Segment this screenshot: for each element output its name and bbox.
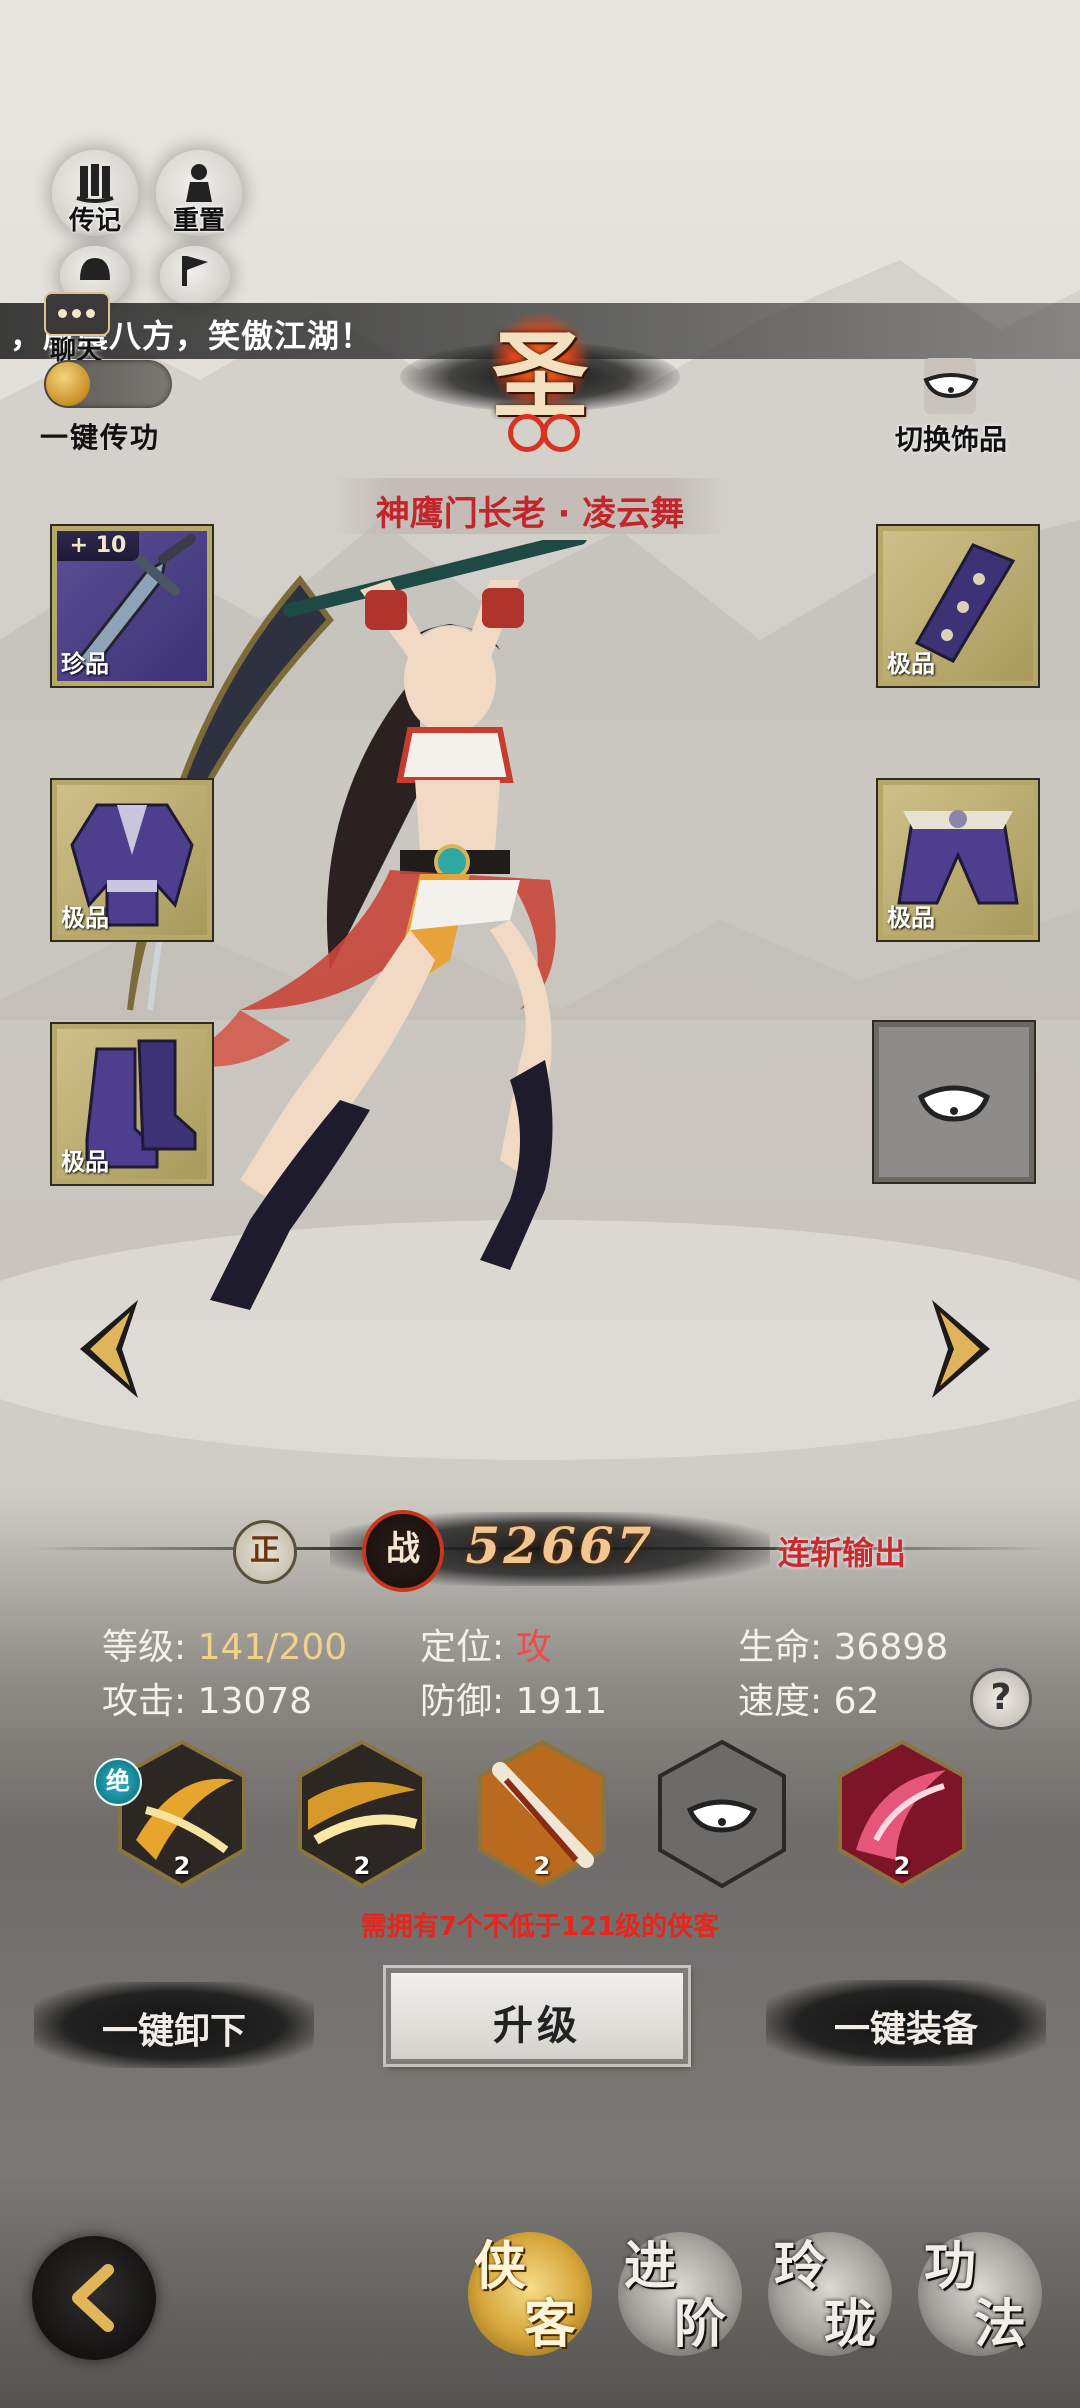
unequip-all-button[interactable]: 一键卸下 (34, 1982, 314, 2068)
skill-level: 2 (893, 1852, 911, 1880)
reset-button[interactable]: 重置 (156, 150, 242, 236)
auto-transfer-label: 一键传功 (40, 421, 161, 454)
skill-row: 2 2 2 2 (100, 1740, 1020, 1889)
equip-all-button[interactable]: 一键装备 (766, 1980, 1046, 2066)
help-button[interactable]: ? (970, 1668, 1032, 1730)
extra-button-2[interactable] (160, 246, 230, 306)
unequip-all-label: 一键卸下 (101, 2011, 246, 2052)
equip-slot-boots[interactable]: 极品 (52, 1024, 212, 1184)
switch-accessory-button[interactable]: 切换饰品 (886, 352, 1016, 462)
weapon-quality: 珍品 (61, 650, 109, 678)
chevron-left-icon (72, 2264, 114, 2332)
flag-icon (182, 256, 208, 286)
equip-all-label: 一键装备 (833, 2009, 978, 2050)
speed-value: 62 (833, 1681, 880, 1722)
nav-tab-hero[interactable]: 侠 客 (468, 2232, 592, 2356)
equip-slot-weapon[interactable]: + 10 珍品 (52, 526, 212, 686)
hero-name: 神鹰门长老 · 凌云舞 (375, 494, 685, 534)
rank-emblem: 圣 (400, 292, 680, 462)
skill-slot-2[interactable]: 2 (296, 1740, 428, 1890)
previous-hero-arrow[interactable] (60, 1294, 160, 1404)
upgrade-requirement: 需拥有7个不低于121级的侠客 (360, 1912, 720, 1942)
bracer-quality: 极品 (887, 650, 935, 678)
attack-value: 13078 (197, 1681, 313, 1722)
helmet-icon (80, 258, 110, 280)
hero-name-banner: 神鹰门长老 · 凌云舞 (330, 478, 730, 534)
skill-slot-3[interactable]: 2 (476, 1740, 608, 1890)
equip-slot-armor[interactable]: 极品 (52, 780, 212, 940)
back-button[interactable] (32, 2236, 156, 2360)
skill-slot-1[interactable]: 2 (116, 1740, 248, 1890)
skill-level: 2 (353, 1852, 371, 1880)
stat-defense: 防御: 1911 (420, 1681, 608, 1722)
switch-accessory-label: 切换饰品 (894, 423, 1007, 456)
equip-slot-bracer[interactable]: 极品 (878, 526, 1038, 686)
position-value: 攻 (515, 1627, 552, 1668)
skill-level: 2 (533, 1852, 551, 1880)
armor-quality: 极品 (61, 904, 109, 932)
reset-label: 重置 (172, 206, 225, 236)
upgrade-label: 升级 (493, 2003, 581, 2049)
ultimate-badge: 绝 (94, 1758, 142, 1806)
battle-power-icon: 战 (362, 1510, 444, 1592)
chat-button[interactable]: 聊天 (40, 292, 112, 366)
upgrade-button[interactable]: 升级 (386, 1968, 688, 2064)
nav-tab-kungfu[interactable]: 功 法 (918, 2232, 1042, 2356)
defense-value: 1911 (515, 1681, 608, 1722)
belt-quality: 极品 (887, 904, 935, 932)
biography-button[interactable]: 传记 (52, 150, 138, 236)
equip-slot-accessory[interactable] (874, 1022, 1034, 1182)
nav-tab-linglong[interactable]: 玲 珑 (768, 2232, 892, 2356)
stance-badge: 正 (233, 1520, 297, 1584)
stat-position: 定位: 攻 (420, 1627, 552, 1668)
boots-quality: 极品 (61, 1148, 109, 1176)
equip-slot-belt[interactable]: 极品 (878, 780, 1038, 940)
mask-accessory-icon (917, 1085, 991, 1122)
rank-char: 圣 (492, 319, 588, 432)
locked-mask-skill-icon (658, 1740, 786, 1889)
hero-role: 连斩输出 (778, 1534, 907, 1572)
level-value: 141/200 (197, 1627, 348, 1668)
enhance-level: + 10 (57, 531, 139, 561)
stat-level: 等级: 141/200 (102, 1627, 348, 1668)
nav-tab-advance[interactable]: 进 阶 (618, 2232, 742, 2356)
skill-level: 2 (173, 1852, 191, 1880)
skill-slot-5[interactable]: 2 (836, 1740, 968, 1890)
battle-power-value: 52667 (465, 1516, 655, 1575)
toggle-knob (46, 362, 90, 406)
stat-attack: 攻击: 13078 (102, 1681, 313, 1722)
stat-speed: 速度: 62 (738, 1681, 880, 1722)
hp-value: 36898 (833, 1627, 949, 1668)
biography-label: 传记 (68, 206, 121, 236)
auto-transfer-toggle[interactable] (44, 360, 172, 408)
stat-hp: 生命: 36898 (738, 1627, 949, 1668)
next-hero-arrow[interactable] (910, 1294, 1010, 1404)
skill-slot-4[interactable] (656, 1740, 788, 1890)
